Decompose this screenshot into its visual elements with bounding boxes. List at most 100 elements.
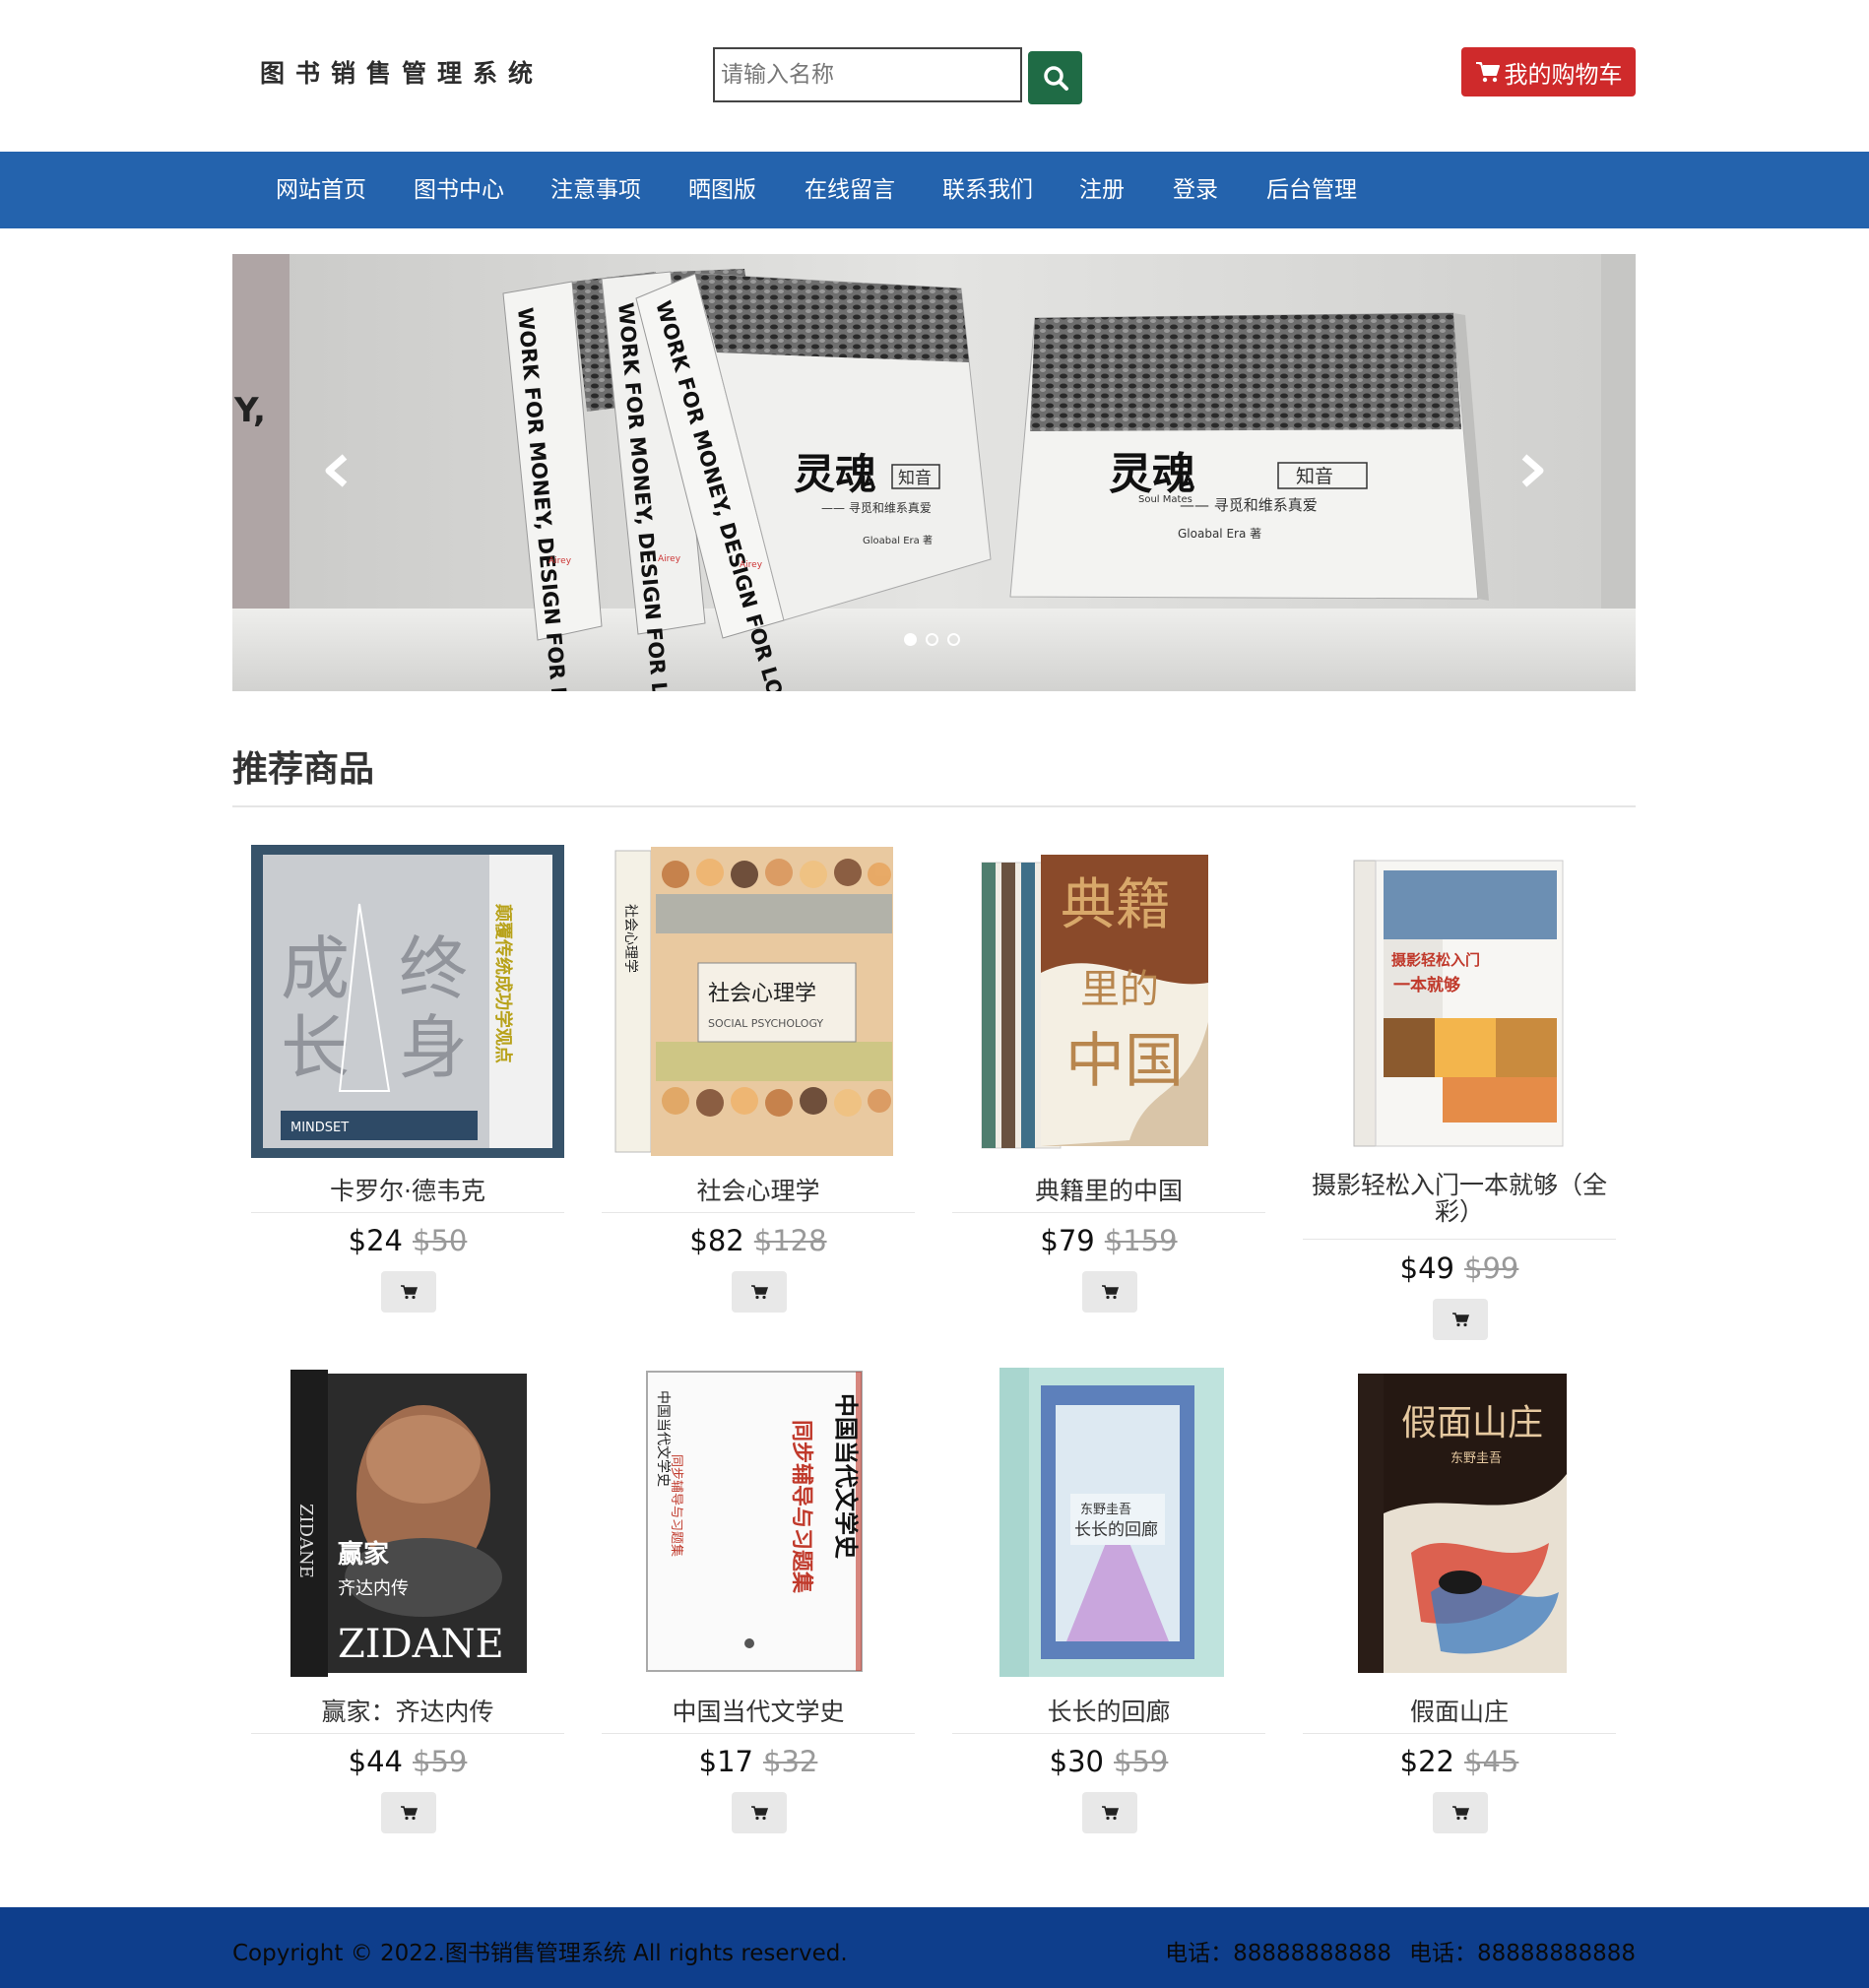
product-prices: $30 $59 <box>952 1745 1265 1778</box>
product-price: $30 <box>1049 1745 1104 1778</box>
section-title: 推荐商品 <box>232 749 375 790</box>
svg-text:典籍: 典籍 <box>1061 873 1171 937</box>
product-name[interactable]: 假面山庄 <box>1303 1699 1616 1725</box>
nav-item-login[interactable]: 登录 <box>1173 152 1218 228</box>
product-divider <box>1303 1239 1616 1240</box>
main-nav: 网站首页 图书中心 注意事项 晒图版 在线留言 联系我们 注册 登录 后台管理 <box>0 152 1869 228</box>
svg-text:知音: 知音 <box>898 469 932 488</box>
svg-text:SOCIAL PSYCHOLOGY: SOCIAL PSYCHOLOGY <box>708 1017 823 1030</box>
product-cover[interactable]: 摄影轻松入门 一本就够 <box>1303 845 1616 1158</box>
nav-item-messages[interactable]: 在线留言 <box>805 152 895 228</box>
nav-item-books[interactable]: 图书中心 <box>414 152 504 228</box>
product-old-price: $59 <box>413 1745 468 1778</box>
carousel-dot-1[interactable] <box>904 633 917 646</box>
add-to-cart-icon <box>401 1806 418 1821</box>
svg-text:齐达内传: 齐达内传 <box>338 1578 409 1599</box>
site-logo[interactable]: 图书销售管理系统 <box>260 53 595 95</box>
add-to-cart-icon <box>1102 1285 1119 1300</box>
add-to-cart-button[interactable] <box>381 1271 436 1313</box>
svg-text:灵魂: 灵魂 <box>1109 449 1195 499</box>
section-divider <box>232 805 1636 807</box>
product-cover[interactable]: 中国当代文学史 同步辅导与习题集 中国当代文学史 同步辅导与习题集 <box>602 1366 915 1679</box>
product-price: $24 <box>348 1224 403 1257</box>
svg-text:东野圭吾: 东野圭吾 <box>1450 1451 1502 1466</box>
copyright-text: Copyright © 2022.图书销售管理系统 All rights res… <box>232 1941 848 1966</box>
product-name[interactable]: 卡罗尔·德韦克 <box>251 1178 564 1204</box>
add-to-cart-icon <box>1452 1313 1469 1327</box>
product-prices: $44 $59 <box>251 1745 564 1778</box>
svg-text:Y,: Y, <box>233 391 266 430</box>
product-old-price: $128 <box>753 1224 827 1257</box>
add-to-cart-button[interactable] <box>1082 1271 1137 1313</box>
add-to-cart-button[interactable] <box>732 1271 787 1313</box>
svg-text:Gloabal Era 著: Gloabal Era 著 <box>863 534 933 546</box>
product-old-price: $159 <box>1104 1224 1178 1257</box>
product-name[interactable]: 赢家：齐达内传 <box>251 1699 564 1725</box>
chevron-right-icon <box>1521 454 1544 487</box>
search-input[interactable] <box>713 47 1022 102</box>
product-name[interactable]: 长长的回廊 <box>952 1699 1265 1725</box>
svg-text:中国当代文学史: 中国当代文学史 <box>832 1393 861 1560</box>
carousel-prev-button[interactable] <box>307 441 366 500</box>
svg-text:摄影轻松入门: 摄影轻松入门 <box>1391 951 1480 969</box>
product-divider <box>952 1212 1265 1213</box>
nav-item-register[interactable]: 注册 <box>1079 152 1125 228</box>
product-old-price: $59 <box>1114 1745 1169 1778</box>
svg-text:—— 寻觅和维系真爱: —— 寻觅和维系真爱 <box>821 501 932 515</box>
carousel-dot-3[interactable] <box>947 633 960 646</box>
svg-text:ZIDANE: ZIDANE <box>338 1622 504 1667</box>
nav-item-contact[interactable]: 联系我们 <box>942 152 1033 228</box>
carousel-dot-2[interactable] <box>926 633 938 646</box>
add-to-cart-button[interactable] <box>1082 1792 1137 1833</box>
my-cart-label: 我的购物车 <box>1504 60 1623 89</box>
svg-text:MINDSET: MINDSET <box>290 1121 349 1135</box>
product-cover[interactable]: 成 终 长 身 颠覆传统成功学观点 MINDSET <box>251 845 564 1158</box>
add-to-cart-icon <box>751 1806 768 1821</box>
header: 图书销售管理系统 我的购物车 <box>0 0 1869 152</box>
add-to-cart-button[interactable] <box>1433 1792 1488 1833</box>
svg-text:同步辅导与习题集: 同步辅导与习题集 <box>669 1454 684 1557</box>
my-cart-button[interactable]: 我的购物车 <box>1461 47 1636 96</box>
svg-text:身: 身 <box>399 1007 468 1088</box>
product-cover[interactable]: 东野圭吾 长长的回廊 <box>952 1366 1265 1679</box>
search-button[interactable] <box>1028 51 1082 104</box>
product-price: $22 <box>1399 1745 1454 1778</box>
product-cover[interactable]: 赢家 齐达内传 ZIDANE ZIDANE <box>251 1366 564 1679</box>
product-name[interactable]: 社会心理学 <box>602 1178 915 1204</box>
nav-item-home[interactable]: 网站首页 <box>276 152 366 228</box>
product-price: $44 <box>348 1745 403 1778</box>
product-old-price: $32 <box>763 1745 818 1778</box>
product-prices: $79 $159 <box>952 1224 1265 1257</box>
carousel-next-button[interactable] <box>1503 441 1562 500</box>
add-to-cart-button[interactable] <box>381 1792 436 1833</box>
product-name[interactable]: 摄影轻松入门一本就够（全彩） <box>1303 1172 1616 1225</box>
product-prices: $82 $128 <box>602 1224 915 1257</box>
nav-item-notices[interactable]: 注意事项 <box>550 152 641 228</box>
product-name[interactable]: 典籍里的中国 <box>952 1178 1265 1204</box>
product-cover[interactable]: 典籍 里的 中国 <box>952 845 1265 1158</box>
svg-text:社会心理学: 社会心理学 <box>708 982 816 1006</box>
product-price: $17 <box>698 1745 753 1778</box>
nav-item-admin[interactable]: 后台管理 <box>1266 152 1357 228</box>
product-cover[interactable]: 假面山庄 东野圭吾 <box>1303 1366 1616 1679</box>
svg-text:中国当代文学史: 中国当代文学史 <box>655 1390 671 1487</box>
product-divider <box>251 1733 564 1734</box>
add-to-cart-button[interactable] <box>732 1792 787 1833</box>
svg-text:东野圭吾: 东野圭吾 <box>1080 1503 1131 1517</box>
contact-phones: 电话：88888888888 电话：88888888888 <box>1165 1934 1636 1967</box>
product-prices: $17 $32 <box>602 1745 915 1778</box>
product-cover[interactable]: 社会心理学 SOCIAL PSYCHOLOGY 社会心理学 <box>602 845 915 1158</box>
product-name[interactable]: 中国当代文学史 <box>602 1699 915 1725</box>
banner-carousel[interactable]: Y, WORK FOR MONEY, DESIGN FOR LOVE WORK … <box>232 254 1636 691</box>
svg-text:灵魂: 灵魂 <box>794 450 876 498</box>
product-divider <box>1303 1733 1616 1734</box>
product-divider <box>251 1212 564 1213</box>
svg-text:Airey: Airey <box>740 560 763 570</box>
product-old-price: $45 <box>1464 1745 1519 1778</box>
add-to-cart-icon <box>751 1285 768 1300</box>
nav-item-photo-board[interactable]: 晒图版 <box>688 152 756 228</box>
product-divider <box>602 1733 915 1734</box>
add-to-cart-button[interactable] <box>1433 1299 1488 1340</box>
svg-text:Airey: Airey <box>658 554 681 564</box>
cart-icon <box>1475 62 1500 83</box>
